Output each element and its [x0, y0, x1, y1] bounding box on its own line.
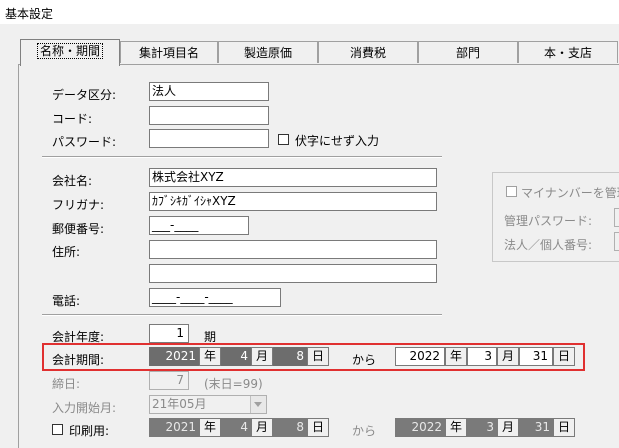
mask-checkbox[interactable]	[278, 134, 289, 145]
day-unit: 日	[307, 418, 329, 437]
period-end-month[interactable]: 3	[467, 347, 497, 366]
tab-aggregate-items[interactable]: 集計項目名	[120, 41, 218, 63]
period-end-year[interactable]: 2022	[395, 347, 445, 366]
year-unit: 年	[445, 418, 467, 437]
month-unit: 月	[251, 418, 273, 437]
data-kubun-label: データ区分:	[52, 88, 117, 102]
phone-field[interactable]: ____-____-____	[149, 288, 281, 307]
tab-consumption-tax[interactable]: 消費税	[318, 41, 418, 63]
furigana-label: フリガナ:	[52, 198, 105, 212]
tab-department[interactable]: 部門	[418, 41, 518, 63]
tab-branch[interactable]: 本・支店	[518, 41, 618, 63]
title-bar: 基本設定	[0, 0, 619, 24]
year-unit: 年	[445, 347, 467, 366]
mynumber-checkbox-label: マイナンバーを管理	[521, 186, 619, 200]
print-start-year[interactable]: 2021	[149, 418, 199, 437]
mask-checkbox-label: 伏字にせず入力	[295, 134, 380, 148]
password-field[interactable]	[149, 129, 269, 148]
closing-note: (末日=99)	[204, 377, 263, 391]
print-checkbox[interactable]	[52, 424, 63, 435]
corp-number-label: 法人／個人番号:	[504, 238, 593, 252]
closing-field[interactable]: 7	[149, 371, 189, 390]
corp-number-field[interactable]	[614, 232, 619, 251]
mynumber-checkbox[interactable]	[506, 186, 517, 197]
print-sep: から	[352, 424, 377, 438]
print-label: 印刷用:	[69, 424, 110, 438]
company-name-label: 会社名:	[52, 174, 93, 188]
fiscal-period-label: 会計期間:	[52, 353, 105, 367]
period-start-day[interactable]: 8	[273, 347, 307, 366]
admin-password-label: 管理パスワード:	[504, 214, 593, 228]
year-unit: 年	[199, 347, 221, 366]
tab-strip: 名称・期間 集計項目名 製造原価 消費税 部門 本・支店	[18, 39, 619, 66]
print-end-year[interactable]: 2022	[395, 418, 445, 437]
admin-password-field[interactable]	[614, 208, 619, 227]
input-start-value: 21年05月	[152, 397, 207, 411]
day-unit: 日	[307, 347, 329, 366]
tab-manufacturing-cost[interactable]: 製造原価	[218, 41, 318, 63]
furigana-field[interactable]: ｶﾌﾞｼｷｶﾞｲｼｬXYZ	[149, 192, 437, 211]
company-name-field[interactable]: 株式会社XYZ	[149, 168, 437, 187]
chevron-down-icon[interactable]	[250, 396, 266, 413]
window-title: 基本設定	[5, 7, 54, 21]
period-sep: から	[352, 353, 377, 367]
day-unit: 日	[553, 347, 575, 366]
print-start-month[interactable]: 4	[221, 418, 251, 437]
month-unit: 月	[251, 347, 273, 366]
code-field[interactable]	[149, 106, 269, 125]
address-field-1[interactable]	[149, 240, 437, 259]
divider	[42, 314, 442, 316]
month-unit: 月	[497, 418, 519, 437]
input-start-label: 入力開始月:	[52, 401, 117, 415]
print-end-day[interactable]: 31	[519, 418, 553, 437]
closing-label: 締日:	[52, 377, 81, 391]
data-kubun-field[interactable]: 法人	[149, 82, 269, 101]
period-start-month[interactable]: 4	[221, 347, 251, 366]
print-start-day[interactable]: 8	[273, 418, 307, 437]
period-end-day[interactable]: 31	[519, 347, 553, 366]
input-start-select[interactable]: 21年05月	[149, 395, 267, 414]
print-end-month[interactable]: 3	[467, 418, 497, 437]
divider	[42, 156, 442, 158]
year-unit: 年	[199, 418, 221, 437]
period-start-year[interactable]: 2021	[149, 347, 199, 366]
address-label: 住所:	[52, 245, 81, 259]
password-label: パスワード:	[52, 135, 117, 149]
fiscal-year-field[interactable]: 1	[149, 324, 189, 343]
postal-field[interactable]: ___-____	[149, 216, 249, 235]
code-label: コード:	[52, 112, 93, 126]
address-field-2[interactable]	[149, 264, 437, 283]
day-unit: 日	[553, 418, 575, 437]
tab-name-period[interactable]: 名称・期間	[20, 39, 120, 66]
month-unit: 月	[497, 347, 519, 366]
phone-label: 電話:	[52, 294, 81, 308]
postal-label: 郵便番号:	[52, 222, 105, 236]
